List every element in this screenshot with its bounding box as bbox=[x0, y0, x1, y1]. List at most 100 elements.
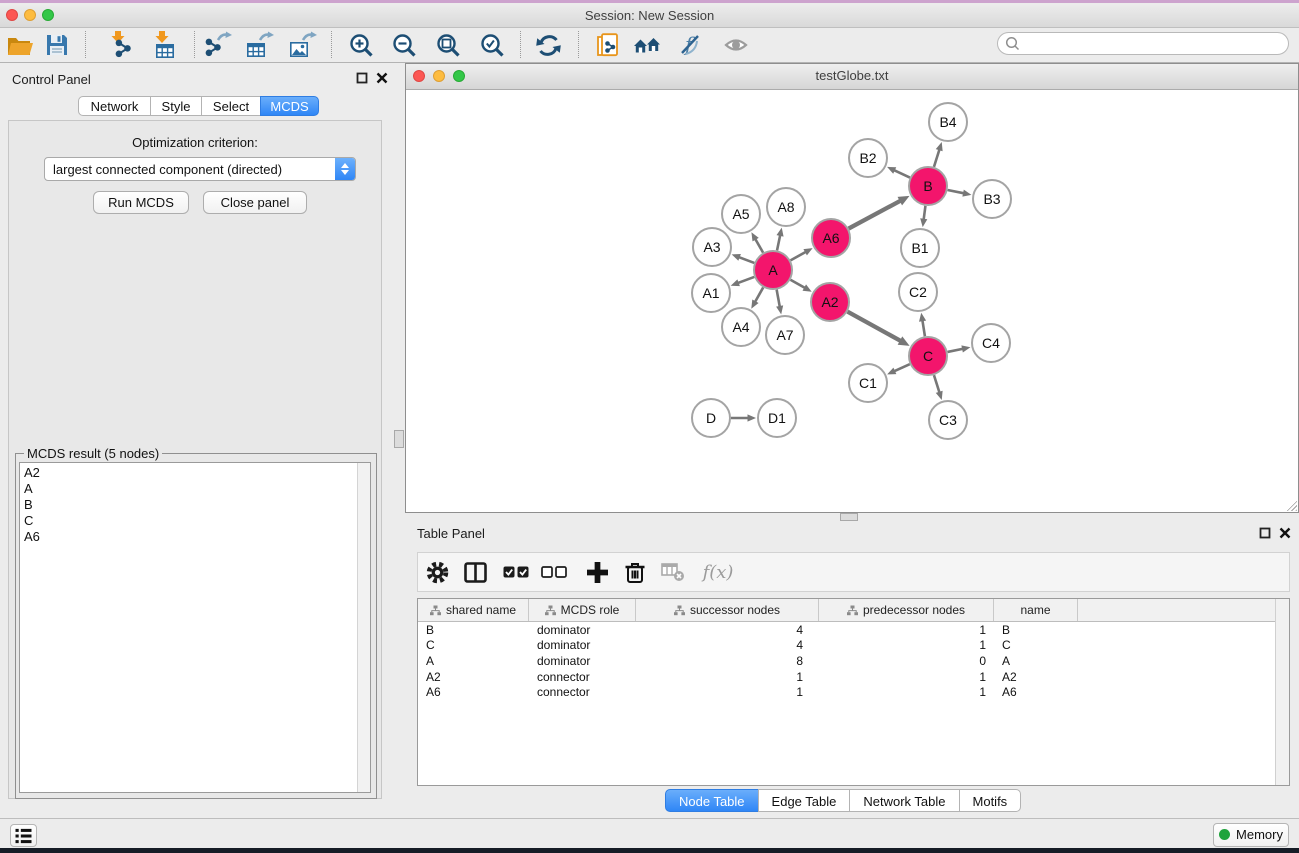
graph-node-A[interactable]: A bbox=[754, 251, 792, 289]
tab-select[interactable]: Select bbox=[201, 96, 261, 116]
tab-network-table[interactable]: Network Table bbox=[849, 789, 959, 812]
unselect-all-button[interactable] bbox=[541, 559, 567, 585]
tab-node-table[interactable]: Node Table bbox=[665, 789, 759, 812]
graph-node-A7[interactable]: A7 bbox=[766, 316, 804, 354]
tab-edge-table[interactable]: Edge Table bbox=[758, 789, 851, 812]
graph-node-B[interactable]: B bbox=[909, 167, 947, 205]
network-window-titlebar[interactable]: testGlobe.txt bbox=[406, 64, 1298, 90]
import-table-button[interactable] bbox=[149, 30, 179, 60]
float-panel-icon[interactable] bbox=[1259, 527, 1271, 539]
cyndex-export-button[interactable] bbox=[593, 30, 623, 60]
graph-node-B1[interactable]: B1 bbox=[901, 229, 939, 267]
search-input[interactable] bbox=[1025, 36, 1288, 52]
zoom-in-button[interactable] bbox=[346, 30, 376, 60]
mcds-result-item[interactable]: C bbox=[20, 513, 370, 529]
network-canvas[interactable]: AA1A2A3A4A5A6A7A8BB1B2B3B4CC1C2C3C4DD1 bbox=[406, 90, 1298, 512]
graph-node-A5[interactable]: A5 bbox=[722, 195, 760, 233]
graph-node-D[interactable]: D bbox=[692, 399, 730, 437]
hide-graphics-details-button[interactable]: f bbox=[675, 30, 705, 60]
zoom-selected-button[interactable] bbox=[477, 30, 507, 60]
zoom-fit-button[interactable] bbox=[433, 30, 463, 60]
birds-eye-toggle-button[interactable] bbox=[721, 30, 751, 60]
graph-edge-C-C3[interactable] bbox=[934, 375, 940, 393]
column-header-MCDS-role[interactable]: MCDS role bbox=[529, 599, 636, 621]
run-mcds-button[interactable]: Run MCDS bbox=[93, 191, 189, 214]
graph-node-A2[interactable]: A2 bbox=[811, 283, 849, 321]
show-columns-button[interactable] bbox=[462, 559, 488, 585]
graph-edge-C-C1[interactable] bbox=[894, 364, 910, 371]
graph-edge-A-A4[interactable] bbox=[755, 287, 763, 302]
table-row-A2[interactable]: A2connector11A2 bbox=[418, 669, 1289, 685]
close-panel-icon[interactable] bbox=[1279, 527, 1291, 539]
graph-edge-B-B4[interactable] bbox=[934, 149, 940, 167]
refresh-view-button[interactable] bbox=[533, 30, 563, 60]
graph-edge-A-A7[interactable] bbox=[777, 290, 780, 307]
graph-edge-A-A2[interactable] bbox=[790, 280, 805, 288]
graph-node-A3[interactable]: A3 bbox=[693, 228, 731, 266]
add-row-button[interactable] bbox=[584, 559, 610, 585]
graph-edge-A-A3[interactable] bbox=[739, 257, 755, 263]
table-row-A[interactable]: Adominator80A bbox=[418, 653, 1289, 669]
graph-edge-B-B2[interactable] bbox=[894, 170, 910, 177]
mcds-result-item[interactable]: A6 bbox=[20, 529, 370, 545]
graph-node-C[interactable]: C bbox=[909, 337, 947, 375]
graph-edge-B-B1[interactable] bbox=[924, 206, 926, 220]
graph-node-C2[interactable]: C2 bbox=[899, 273, 937, 311]
graph-node-A8[interactable]: A8 bbox=[767, 188, 805, 226]
function-builder-button[interactable]: f(x) bbox=[698, 559, 738, 585]
close-panel-icon[interactable] bbox=[376, 72, 388, 84]
task-history-button[interactable] bbox=[10, 824, 37, 847]
criterion-dropdown[interactable]: largest connected component (directed) bbox=[44, 157, 356, 181]
save-session-button[interactable] bbox=[42, 30, 72, 60]
import-network-button[interactable] bbox=[105, 30, 135, 60]
mcds-list-scrollbar[interactable] bbox=[357, 463, 370, 792]
tab-motifs[interactable]: Motifs bbox=[959, 789, 1022, 812]
tab-mcds[interactable]: MCDS bbox=[260, 96, 319, 116]
graph-edge-A-A1[interactable] bbox=[738, 277, 755, 283]
graph-node-B2[interactable]: B2 bbox=[849, 139, 887, 177]
mcds-result-list[interactable]: A2ABCA6 bbox=[19, 462, 371, 793]
table-row-C[interactable]: Cdominator41C bbox=[418, 638, 1289, 654]
table-row-A6[interactable]: A6connector11A6 bbox=[418, 684, 1289, 700]
graph-node-A4[interactable]: A4 bbox=[722, 308, 760, 346]
search-field[interactable] bbox=[997, 32, 1289, 55]
memory-button[interactable]: Memory bbox=[1213, 823, 1289, 847]
table-settings-button[interactable] bbox=[424, 559, 450, 585]
graph-node-C1[interactable]: C1 bbox=[849, 364, 887, 402]
zoom-out-button[interactable] bbox=[389, 30, 419, 60]
column-header-predecessor-nodes[interactable]: predecessor nodes bbox=[819, 599, 994, 621]
float-panel-icon[interactable] bbox=[356, 72, 368, 84]
graph-edge-A-A8[interactable] bbox=[777, 235, 780, 251]
graph-edge-B-B3[interactable] bbox=[948, 190, 964, 193]
graph-node-B3[interactable]: B3 bbox=[973, 180, 1011, 218]
mcds-result-item[interactable]: B bbox=[20, 497, 370, 513]
export-table-button[interactable] bbox=[245, 30, 275, 60]
graph-node-D1[interactable]: D1 bbox=[758, 399, 796, 437]
mcds-result-item[interactable]: A2 bbox=[20, 465, 370, 481]
ndex-home-button[interactable] bbox=[632, 30, 662, 60]
graph-edge-A6-B[interactable] bbox=[849, 201, 901, 229]
graph-edge-A2-C[interactable] bbox=[848, 312, 901, 341]
export-image-button[interactable] bbox=[288, 30, 318, 60]
select-all-button[interactable] bbox=[503, 559, 529, 585]
graph-edge-A-A6[interactable] bbox=[791, 252, 807, 261]
tab-network[interactable]: Network bbox=[78, 96, 151, 116]
delete-table-button[interactable] bbox=[660, 559, 686, 585]
tab-style[interactable]: Style bbox=[150, 96, 202, 116]
graph-node-B4[interactable]: B4 bbox=[929, 103, 967, 141]
graph-node-C4[interactable]: C4 bbox=[972, 324, 1010, 362]
table-row-B[interactable]: Bdominator41B bbox=[418, 622, 1289, 638]
column-header-name[interactable]: name bbox=[994, 599, 1078, 621]
mcds-result-item[interactable]: A bbox=[20, 481, 370, 497]
export-network-button[interactable] bbox=[203, 30, 233, 60]
graph-edge-C-C4[interactable] bbox=[948, 349, 964, 352]
open-file-button[interactable] bbox=[5, 30, 35, 60]
splitpane-divider-thumb[interactable] bbox=[394, 430, 404, 448]
column-header-successor-nodes[interactable]: successor nodes bbox=[636, 599, 819, 621]
graph-node-A1[interactable]: A1 bbox=[692, 274, 730, 312]
graph-edge-C-C2[interactable] bbox=[922, 320, 925, 336]
column-header-shared-name[interactable]: shared name bbox=[418, 599, 529, 621]
delete-rows-button[interactable] bbox=[622, 559, 648, 585]
graph-node-C3[interactable]: C3 bbox=[929, 401, 967, 439]
close-panel-button[interactable]: Close panel bbox=[203, 191, 307, 214]
